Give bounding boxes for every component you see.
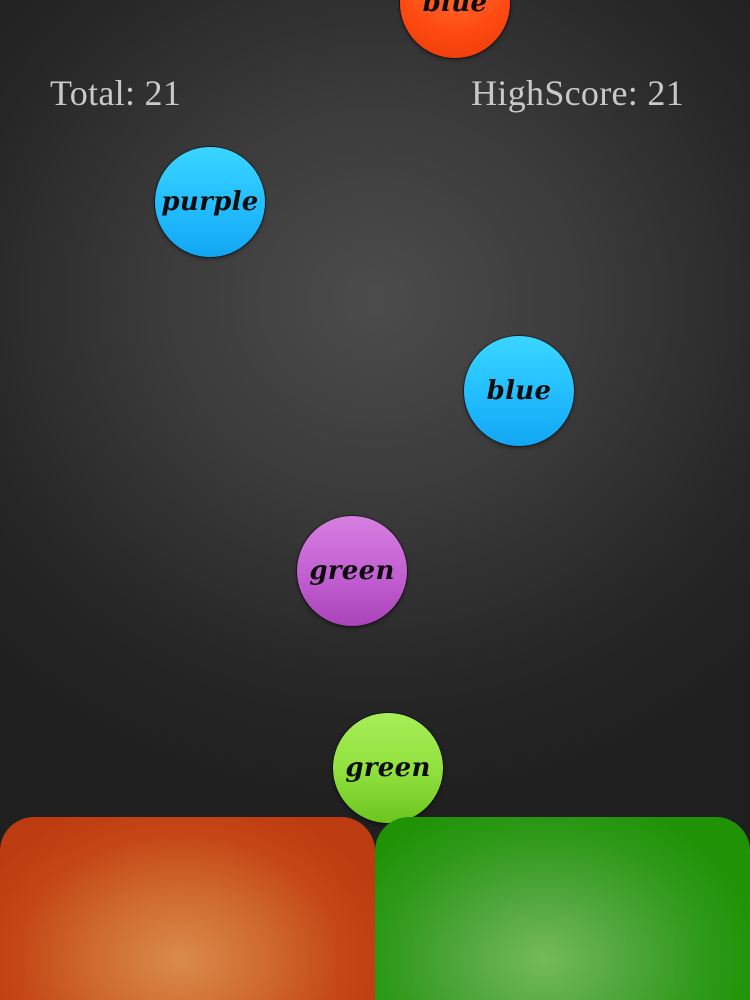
ball-label: green xyxy=(309,556,395,586)
orange-bin[interactable] xyxy=(0,817,375,1000)
high-score: HighScore: 21 xyxy=(471,73,684,113)
ball-lime[interactable]: green xyxy=(333,713,443,823)
total-score: Total: 21 xyxy=(50,73,182,113)
ball-label: green xyxy=(345,753,431,783)
ball-cyan[interactable]: blue xyxy=(464,336,574,446)
ball-label: blue xyxy=(422,0,488,18)
ball-orange[interactable]: blue xyxy=(400,0,510,58)
ball-magenta[interactable]: green xyxy=(297,516,407,626)
green-bin[interactable] xyxy=(375,817,750,1000)
ball-cyan[interactable]: purple xyxy=(155,147,265,257)
ball-label: blue xyxy=(486,376,552,406)
ball-label: purple xyxy=(161,187,259,217)
